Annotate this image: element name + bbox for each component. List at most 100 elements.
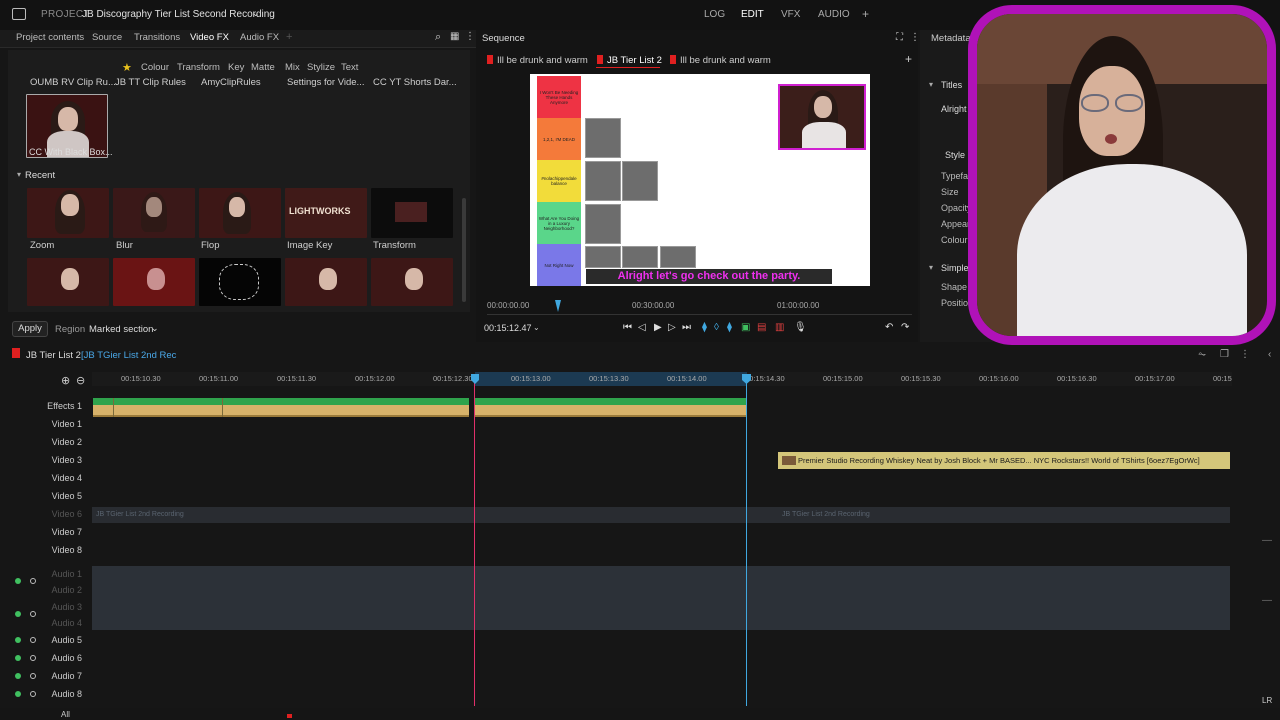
go-to-start-icon[interactable]: ⏮ bbox=[623, 322, 632, 333]
tab-project-contents[interactable]: Project contents bbox=[16, 32, 84, 43]
fx-thumbnail[interactable] bbox=[285, 258, 367, 306]
overwrite-icon[interactable]: ▥ bbox=[775, 322, 784, 333]
waveform-icon[interactable]: ⏦ bbox=[1198, 349, 1206, 360]
mode-edit[interactable]: EDIT bbox=[741, 9, 764, 20]
track-label-video-4[interactable]: Video 4 bbox=[20, 473, 82, 483]
exit-icon[interactable] bbox=[12, 8, 26, 20]
mode-log[interactable]: LOG bbox=[704, 9, 725, 20]
insert-icon[interactable]: ▤ bbox=[757, 322, 766, 333]
track-label-audio-6[interactable]: Audio 6 bbox=[20, 653, 82, 663]
clear-marks-icon[interactable]: ◊ bbox=[714, 322, 719, 333]
mark-in-icon[interactable]: ⧫ bbox=[702, 322, 707, 333]
fx-thumbnail[interactable] bbox=[27, 258, 109, 306]
track-label-video-3[interactable]: Video 3 bbox=[20, 455, 82, 465]
track-label-audio-8[interactable]: Audio 8 bbox=[20, 689, 82, 699]
chevron-down-icon[interactable]: ▾ bbox=[929, 263, 933, 272]
fx-subtab-key[interactable]: Key bbox=[228, 62, 244, 73]
sequence-tab[interactable]: Ill be drunk and warm bbox=[497, 55, 588, 66]
copy-icon[interactable]: ❐ bbox=[1220, 349, 1229, 360]
fx-subtab-colour[interactable]: Colour bbox=[141, 62, 169, 73]
track-label-audio-7[interactable]: Audio 7 bbox=[20, 671, 82, 681]
fx-thumbnail-flop[interactable] bbox=[199, 188, 281, 238]
video-clip-premier[interactable]: Premier Studio Recording Whiskey Neat by… bbox=[778, 452, 1230, 469]
effect-clip[interactable] bbox=[475, 398, 746, 405]
search-icon[interactable]: ⌕ bbox=[435, 31, 441, 44]
track-label-audio-2[interactable]: Audio 2 bbox=[20, 585, 82, 595]
playhead-line[interactable] bbox=[746, 380, 747, 706]
chevron-down-icon[interactable]: ▾ bbox=[929, 80, 933, 89]
tab-audio-fx[interactable]: Audio FX bbox=[240, 32, 279, 43]
preset-item[interactable]: Settings for Vide... bbox=[287, 77, 364, 88]
track-label-video-6[interactable]: Video 6 bbox=[20, 509, 82, 519]
viewer-scrub-bar[interactable] bbox=[487, 314, 912, 315]
fullscreen-icon[interactable]: ⛶ bbox=[896, 32, 903, 43]
audio-1-4-tracks-dimmed[interactable] bbox=[92, 566, 1230, 630]
timeline-name[interactable]: JB Tier List 2 bbox=[26, 350, 81, 361]
track-label-audio-1[interactable]: Audio 1 bbox=[20, 569, 82, 579]
sequence-tab[interactable]: Ill be drunk and warm bbox=[680, 55, 771, 66]
track-label-audio-4[interactable]: Audio 4 bbox=[20, 618, 82, 628]
fx-scrollbar[interactable] bbox=[462, 198, 466, 302]
undo-icon[interactable]: ↶ bbox=[885, 322, 893, 333]
microphone-icon[interactable]: 🎙 bbox=[794, 322, 807, 333]
tab-transitions[interactable]: Transitions bbox=[134, 32, 180, 43]
zoom-in-icon[interactable]: ⊕ bbox=[61, 374, 70, 387]
chevron-down-icon[interactable]: ⌄ bbox=[533, 323, 540, 332]
chevron-down-icon[interactable]: ▾ bbox=[17, 170, 21, 179]
tab-video-fx[interactable]: Video FX bbox=[190, 32, 229, 43]
effect-clip[interactable] bbox=[93, 405, 469, 417]
all-tracks-toggle[interactable]: All bbox=[61, 710, 70, 719]
preset-item[interactable]: JB TT Clip Rules bbox=[115, 77, 186, 88]
redo-icon[interactable]: ↷ bbox=[901, 322, 909, 333]
fx-thumbnail[interactable] bbox=[371, 258, 453, 306]
track-label-audio-3[interactable]: Audio 3 bbox=[20, 602, 82, 612]
fx-subtab-mix[interactable]: Mix bbox=[285, 62, 300, 73]
titles-section[interactable]: Titles bbox=[941, 80, 962, 90]
track-label-video-2[interactable]: Video 2 bbox=[20, 437, 82, 447]
add-sequence-icon[interactable]: + bbox=[905, 52, 912, 66]
fx-subtab-matte[interactable]: Matte bbox=[251, 62, 275, 73]
preset-item[interactable]: AmyClipRules bbox=[201, 77, 261, 88]
track-label-video-5[interactable]: Video 5 bbox=[20, 491, 82, 501]
favourites-star-icon[interactable]: ★ bbox=[122, 61, 132, 74]
track-label-effects-1[interactable]: Effects 1 bbox=[20, 401, 82, 411]
add-cue-icon[interactable]: ▣ bbox=[741, 322, 750, 333]
track-label-video-8[interactable]: Video 8 bbox=[20, 545, 82, 555]
zoom-out-icon[interactable]: ⊖ bbox=[76, 374, 85, 387]
tab-source[interactable]: Source bbox=[92, 32, 122, 43]
chevron-down-icon[interactable]: ⌄ bbox=[151, 323, 159, 334]
preset-item[interactable]: OUMB RV Clip Ru... bbox=[30, 77, 116, 88]
fx-thumbnail-transform[interactable] bbox=[371, 188, 453, 238]
more-menu-icon[interactable]: ⋮ bbox=[1240, 349, 1250, 360]
mark-out-icon[interactable]: ⧫ bbox=[727, 322, 732, 333]
mark-in-line[interactable] bbox=[474, 380, 475, 706]
chevron-down-icon[interactable]: ⌄ bbox=[252, 8, 260, 19]
project-name-dropdown[interactable]: JB Discography Tier List Second Recordin… bbox=[82, 9, 275, 20]
grid-view-icon[interactable]: ▦ bbox=[450, 31, 459, 42]
step-back-icon[interactable]: ◁ bbox=[638, 322, 646, 333]
timecode-display[interactable]: 00:15:12.47 bbox=[484, 323, 532, 333]
track-label-video-7[interactable]: Video 7 bbox=[20, 527, 82, 537]
mode-audio[interactable]: AUDIO bbox=[818, 9, 850, 20]
more-menu-icon[interactable]: ⋮ bbox=[910, 32, 920, 43]
fx-thumbnail[interactable] bbox=[113, 258, 195, 306]
region-dropdown[interactable]: Marked section bbox=[89, 324, 153, 335]
track-label-video-1[interactable]: Video 1 bbox=[20, 419, 82, 429]
track-label-audio-5[interactable]: Audio 5 bbox=[20, 635, 82, 645]
fx-thumbnail-zoom[interactable] bbox=[27, 188, 109, 238]
fx-thumbnail[interactable] bbox=[199, 258, 281, 306]
effect-clip[interactable] bbox=[475, 405, 746, 417]
style-tab[interactable]: Style bbox=[945, 150, 965, 160]
timeline-source-name[interactable]: [JB TGier List 2nd Rec bbox=[81, 350, 176, 361]
effect-clip[interactable] bbox=[93, 398, 469, 405]
sequence-tab-active[interactable]: JB Tier List 2 bbox=[607, 55, 662, 66]
fx-thumbnail-blur[interactable] bbox=[113, 188, 195, 238]
step-forward-icon[interactable]: ▷ bbox=[668, 322, 676, 333]
section-recent[interactable]: Recent bbox=[25, 170, 55, 181]
add-tab-icon[interactable]: + bbox=[286, 31, 292, 43]
fx-subtab-transform[interactable]: Transform bbox=[177, 62, 220, 73]
play-icon[interactable]: ▶ bbox=[654, 322, 662, 333]
fx-subtab-stylize[interactable]: Stylize bbox=[307, 62, 335, 73]
chevron-left-icon[interactable]: ‹ bbox=[1268, 349, 1271, 360]
mode-vfx[interactable]: VFX bbox=[781, 9, 800, 20]
